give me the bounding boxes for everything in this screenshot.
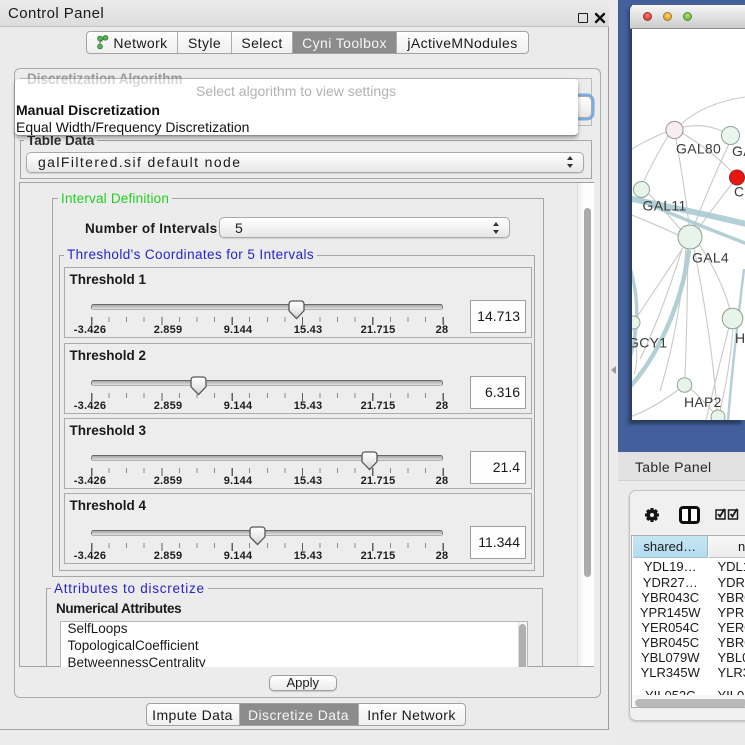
svg-text:H: H	[735, 330, 745, 346]
svg-text:GAL4: GAL4	[692, 249, 729, 265]
svg-text:GCY1: GCY1	[632, 334, 667, 350]
svg-text:GA: GA	[732, 143, 745, 159]
svg-text:HAP2: HAP2	[684, 394, 722, 410]
svg-text:GAL11: GAL11	[643, 197, 687, 213]
svg-text:GAL80: GAL80	[676, 140, 721, 156]
svg-text:C: C	[734, 183, 744, 199]
